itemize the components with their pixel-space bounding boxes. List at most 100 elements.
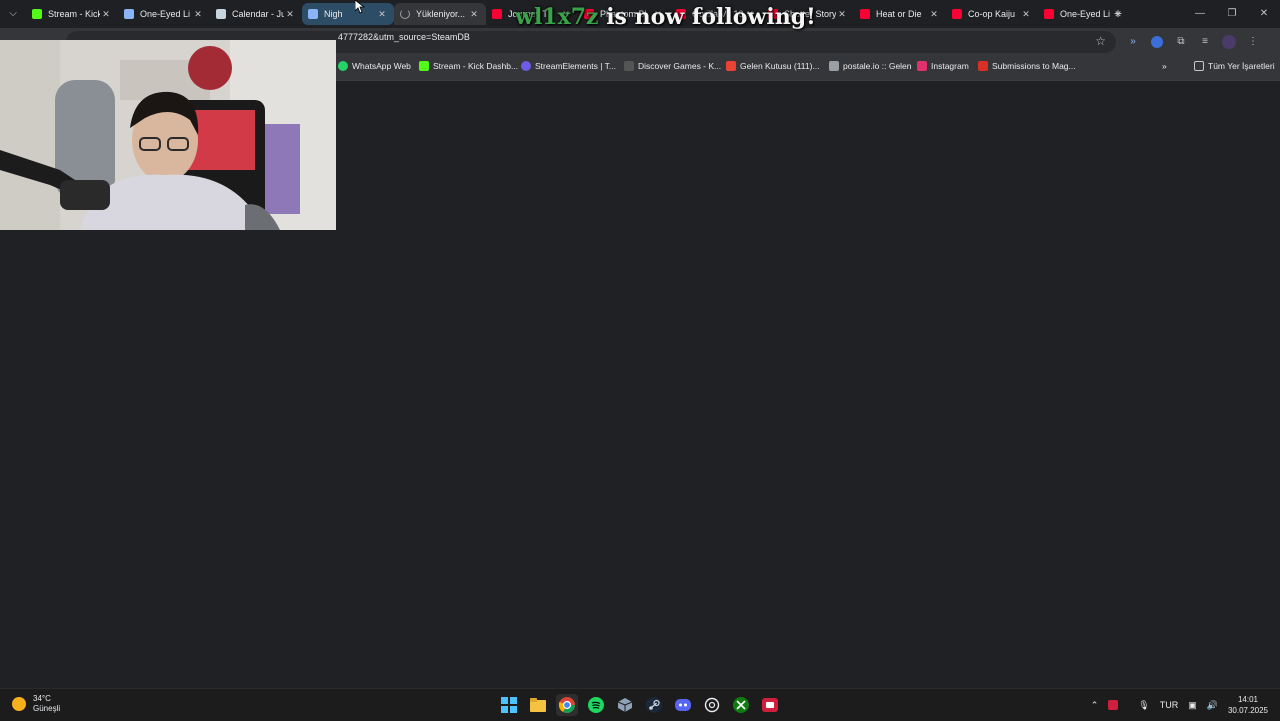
microphone-icon[interactable]: 🎙 — [1138, 700, 1149, 711]
mouse-cursor-icon — [355, 0, 365, 14]
bookmark-item[interactable]: Gelen Kutusu (111)... — [726, 61, 820, 71]
folder-icon — [530, 698, 546, 712]
kick-icon — [32, 9, 42, 19]
magazine-icon — [978, 61, 988, 71]
minimize-button[interactable]: — — [1184, 0, 1216, 28]
steam-button[interactable] — [643, 694, 665, 716]
chevron-right-icon: » — [1162, 61, 1167, 71]
database-icon — [308, 9, 318, 19]
tab-10[interactable]: Co-op Kaiju ✕ — [946, 3, 1038, 25]
youtube-icon — [492, 9, 502, 19]
close-icon[interactable]: ✕ — [284, 9, 296, 20]
window-controls: — ❐ ✕ — [1184, 0, 1280, 28]
postale-icon — [829, 61, 839, 71]
tab-9[interactable]: Heat or Die ✕ — [854, 3, 946, 25]
openai-icon — [704, 697, 720, 713]
kick-icon — [419, 61, 429, 71]
whatsapp-icon — [338, 61, 348, 71]
tab-search-button[interactable]: ⌵ — [5, 6, 21, 22]
chatgpt-button[interactable] — [701, 694, 723, 716]
obs-button[interactable] — [614, 694, 636, 716]
chrome-button[interactable] — [556, 694, 578, 716]
close-icon[interactable]: ✕ — [1020, 9, 1032, 20]
close-icon[interactable]: ✕ — [192, 9, 204, 20]
weather-condition: Güneşli — [33, 704, 61, 713]
gamepad-icon — [762, 698, 778, 712]
youtube-icon — [860, 9, 870, 19]
close-window-button[interactable]: ✕ — [1248, 0, 1280, 28]
gmail-icon — [726, 61, 736, 71]
tab-4[interactable]: Yükleniyor... ✕ — [394, 3, 486, 25]
streamelements-icon — [521, 61, 531, 71]
network-icon[interactable]: ▣ — [1188, 700, 1197, 711]
sun-icon — [12, 697, 26, 711]
address-url[interactable]: 4777282&utm_source=SteamDB — [338, 32, 470, 42]
weather-widget[interactable]: 34°C Güneşli — [12, 694, 60, 714]
check-icon — [124, 9, 134, 19]
follow-message: is now following! — [606, 4, 816, 30]
bookmark-item[interactable]: StreamElements | T... — [521, 61, 616, 71]
extension-circle-icon[interactable] — [1148, 33, 1166, 51]
clock-time: 14:01 — [1237, 695, 1258, 704]
game-app-button[interactable] — [759, 694, 781, 716]
loading-icon — [400, 9, 410, 19]
tab-2[interactable]: Calendar - Ju ✕ — [210, 3, 302, 25]
bookmark-item[interactable]: Instagram — [917, 61, 969, 71]
close-icon[interactable]: ✕ — [100, 9, 112, 20]
spotify-icon — [588, 697, 604, 713]
restore-button[interactable]: ❐ — [1216, 0, 1248, 28]
clock-date: 30.07.2025 — [1227, 706, 1268, 715]
steam-icon — [646, 697, 662, 713]
cube-icon — [617, 698, 633, 712]
bookmark-item[interactable]: Discover Games - K... — [624, 61, 721, 71]
puzzle-icon[interactable]: ⧉ — [1172, 33, 1190, 51]
youtube-icon — [1044, 9, 1054, 19]
bookmark-item[interactable]: postale.io :: Gelen — [829, 61, 912, 71]
volume-icon[interactable]: 🔊 — [1207, 700, 1218, 711]
youtube-icon — [952, 9, 962, 19]
webcam-image — [0, 40, 336, 230]
toolbar-icons: » ⧉ ≡ ⋮ — [1124, 33, 1262, 51]
database-icon — [216, 9, 226, 19]
tab-3[interactable]: Nigh ✕ — [302, 3, 394, 25]
close-icon[interactable]: ✕ — [928, 9, 940, 20]
start-button[interactable] — [498, 694, 520, 716]
discord-button[interactable] — [672, 694, 694, 716]
all-bookmarks-folder[interactable]: Tüm Yer İşaretleri — [1194, 61, 1275, 71]
close-icon[interactable]: ✕ — [468, 9, 480, 20]
bookmark-item[interactable]: WhatsApp Web — [338, 61, 411, 71]
bookmark-item[interactable]: Stream - Kick Dashb... — [419, 61, 518, 71]
bookmark-star-icon[interactable]: ☆ — [1095, 34, 1106, 48]
windows-icon — [501, 697, 517, 713]
k-logo-icon — [624, 61, 634, 71]
file-explorer-button[interactable] — [527, 694, 549, 716]
bookmarks-overflow-button[interactable]: » — [1162, 61, 1167, 71]
folder-icon — [1194, 61, 1204, 71]
webcam-overlay — [0, 40, 336, 230]
system-tray: ⌃ 🎙 TUR ▣ 🔊 14:01 30.07.2025 — [1091, 689, 1280, 721]
xbox-button[interactable] — [730, 694, 752, 716]
taskbar: 34°C Güneşli ⌃ 🎙 TUR ▣ 🔊 14:01 30.07.202… — [0, 688, 1280, 721]
instagram-icon — [917, 61, 927, 71]
new-tab-button[interactable]: + — [1110, 5, 1126, 21]
bookmark-item[interactable]: Submissions to Mag... — [978, 61, 1076, 71]
clock[interactable]: 14:01 30.07.2025 — [1228, 694, 1268, 716]
app-tray-icon[interactable] — [1108, 700, 1128, 711]
taskbar-apps — [498, 694, 781, 716]
close-icon[interactable]: ✕ — [376, 9, 388, 20]
chrome-icon — [559, 697, 575, 713]
follow-alert: wl1x7z is now following! — [515, 4, 816, 30]
spotify-button[interactable] — [585, 694, 607, 716]
chevron-up-icon[interactable]: ⌃ — [1091, 700, 1099, 711]
tab-1[interactable]: One-Eyed Li ✕ — [118, 3, 210, 25]
close-icon[interactable]: ✕ — [836, 9, 848, 20]
tab-0[interactable]: Stream - Kick ✕ — [26, 3, 118, 25]
language-indicator[interactable]: TUR — [1160, 700, 1179, 710]
profile-avatar[interactable] — [1220, 33, 1238, 51]
menu-icon[interactable]: ⋮ — [1244, 33, 1262, 51]
xbox-icon — [733, 697, 749, 713]
media-icon[interactable]: ≡ — [1196, 33, 1214, 51]
extension-icon[interactable]: » — [1124, 33, 1142, 51]
follower-username: wl1x7z — [515, 4, 599, 30]
weather-temp: 34°C — [33, 694, 51, 703]
